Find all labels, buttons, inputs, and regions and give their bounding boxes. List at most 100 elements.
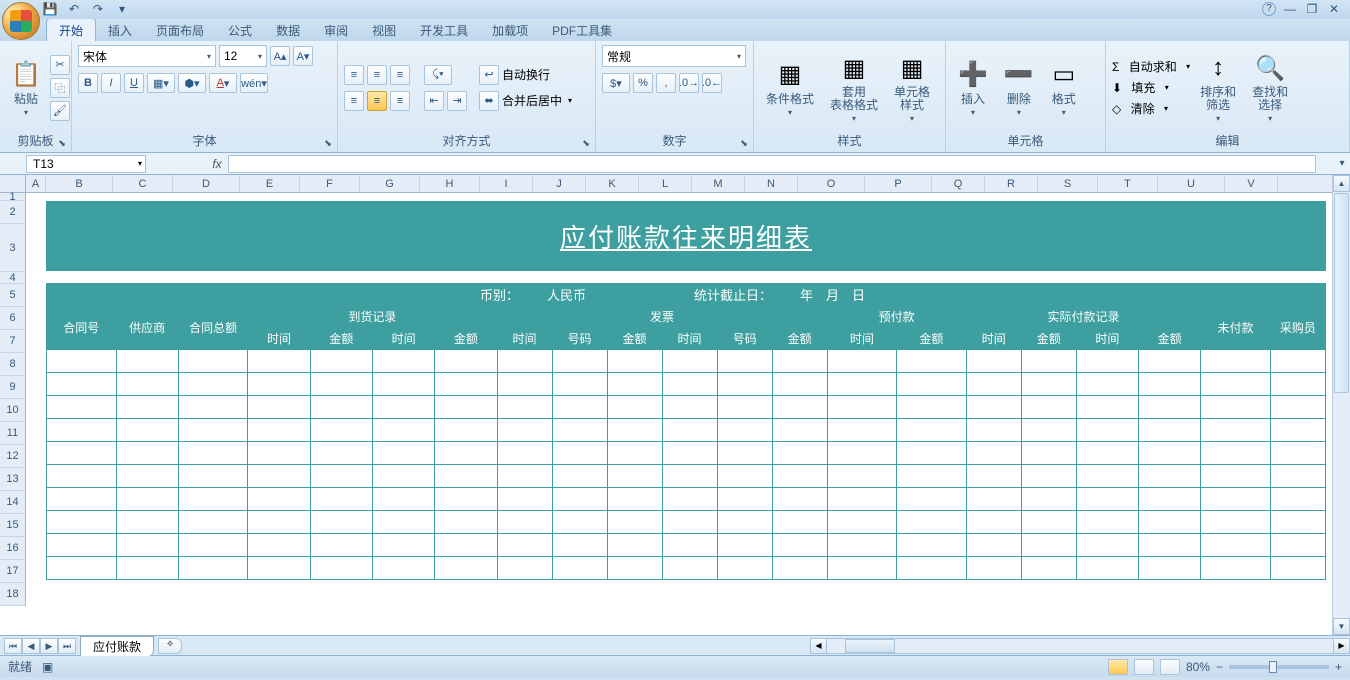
tab-data[interactable]: 数据 [264,19,312,41]
table-row[interactable] [47,511,1326,534]
formula-input[interactable] [228,155,1316,173]
table-cell[interactable] [552,534,607,557]
phonetic-button[interactable]: wén▾ [240,73,268,93]
table-cell[interactable] [607,557,662,580]
hscroll-right-icon[interactable]: ▶ [1333,639,1349,653]
table-cell[interactable] [966,350,1021,373]
table-cell[interactable] [435,373,497,396]
table-cell[interactable] [662,511,717,534]
page-break-view-icon[interactable] [1160,659,1180,675]
table-cell[interactable] [897,465,967,488]
table-cell[interactable] [497,419,552,442]
table-cell[interactable] [1021,396,1076,419]
table-cell[interactable] [497,465,552,488]
table-cell[interactable] [372,373,434,396]
table-cell[interactable] [662,350,717,373]
row-header[interactable]: 5 [0,284,25,307]
table-cell[interactable] [717,511,772,534]
comma-icon[interactable]: , [656,73,676,93]
tab-next-icon[interactable]: ▶ [40,638,58,654]
decrease-decimal-icon[interactable]: .0← [702,73,722,93]
table-cell[interactable] [552,373,607,396]
table-cell[interactable] [1270,488,1325,511]
col-header[interactable]: Q [932,175,985,192]
fill-button[interactable]: ⬇ 填充 ▾ [1112,79,1190,96]
table-cell[interactable] [717,488,772,511]
table-cell[interactable] [966,419,1021,442]
align-center-icon[interactable]: ≡ [367,91,387,111]
table-cell[interactable] [116,419,178,442]
table-cell[interactable] [435,557,497,580]
table-row[interactable] [47,396,1326,419]
zoom-out-icon[interactable]: − [1216,660,1223,674]
table-cell[interactable] [662,396,717,419]
hscroll-left-icon[interactable]: ◀ [811,639,827,653]
table-cell[interactable] [1139,488,1201,511]
shrink-font-icon[interactable]: A▾ [293,46,313,66]
number-format-combo[interactable]: 常规▾ [602,45,746,67]
restore-icon[interactable]: ❐ [1304,2,1320,16]
delete-cells-button[interactable]: ➖删除▾ [998,57,1040,119]
col-header[interactable]: N [745,175,798,192]
save-icon[interactable]: 💾 [42,1,58,17]
table-cell[interactable] [1139,442,1201,465]
table-cell[interactable] [1201,350,1271,373]
table-cell[interactable] [717,350,772,373]
table-cell[interactable] [1201,442,1271,465]
table-cell[interactable] [662,373,717,396]
accounting-format-icon[interactable]: $▾ [602,73,630,93]
table-cell[interactable] [1076,511,1138,534]
table-cell[interactable] [1201,465,1271,488]
table-cell[interactable] [116,488,178,511]
table-cell[interactable] [897,419,967,442]
table-cell[interactable] [717,557,772,580]
table-cell[interactable] [717,419,772,442]
row-header[interactable]: 18 [0,583,25,606]
table-cell[interactable] [116,350,178,373]
table-cell[interactable] [47,419,117,442]
table-cell[interactable] [772,396,827,419]
table-cell[interactable] [47,534,117,557]
col-header[interactable]: T [1098,175,1158,192]
table-cell[interactable] [1021,557,1076,580]
table-cell[interactable] [372,488,434,511]
table-cell[interactable] [827,511,897,534]
table-row[interactable] [47,465,1326,488]
table-cell[interactable] [772,442,827,465]
col-header[interactable]: O [798,175,865,192]
table-cell[interactable] [1021,373,1076,396]
table-cell[interactable] [607,419,662,442]
table-cell[interactable] [827,557,897,580]
row-header[interactable]: 3 [0,224,25,272]
align-top-icon[interactable]: ≡ [344,65,364,85]
col-header[interactable]: M [692,175,745,192]
table-cell[interactable] [662,465,717,488]
conditional-format-button[interactable]: ▦条件格式▾ [760,57,820,119]
table-cell[interactable] [897,511,967,534]
table-cell[interactable] [1270,534,1325,557]
table-cell[interactable] [607,488,662,511]
table-cell[interactable] [248,419,310,442]
page-layout-view-icon[interactable] [1134,659,1154,675]
tab-last-icon[interactable]: ⏭ [58,638,76,654]
table-cell[interactable] [1139,534,1201,557]
table-cell[interactable] [1021,511,1076,534]
table-cell[interactable] [310,511,372,534]
table-cell[interactable] [966,465,1021,488]
font-name-combo[interactable]: 宋体▾ [78,45,216,67]
row-header[interactable]: 11 [0,422,25,445]
table-cell[interactable] [827,350,897,373]
table-cell[interactable] [435,465,497,488]
fx-icon[interactable]: fx [206,157,228,171]
table-cell[interactable] [435,534,497,557]
table-cell[interactable] [248,488,310,511]
table-cell[interactable] [1021,419,1076,442]
table-cell[interactable] [248,534,310,557]
table-cell[interactable] [966,557,1021,580]
table-cell[interactable] [827,465,897,488]
table-cell[interactable] [966,511,1021,534]
col-header[interactable]: C [113,175,173,192]
table-cell[interactable] [372,511,434,534]
table-cell[interactable] [717,442,772,465]
format-painter-icon[interactable]: 🖌 [50,101,70,121]
